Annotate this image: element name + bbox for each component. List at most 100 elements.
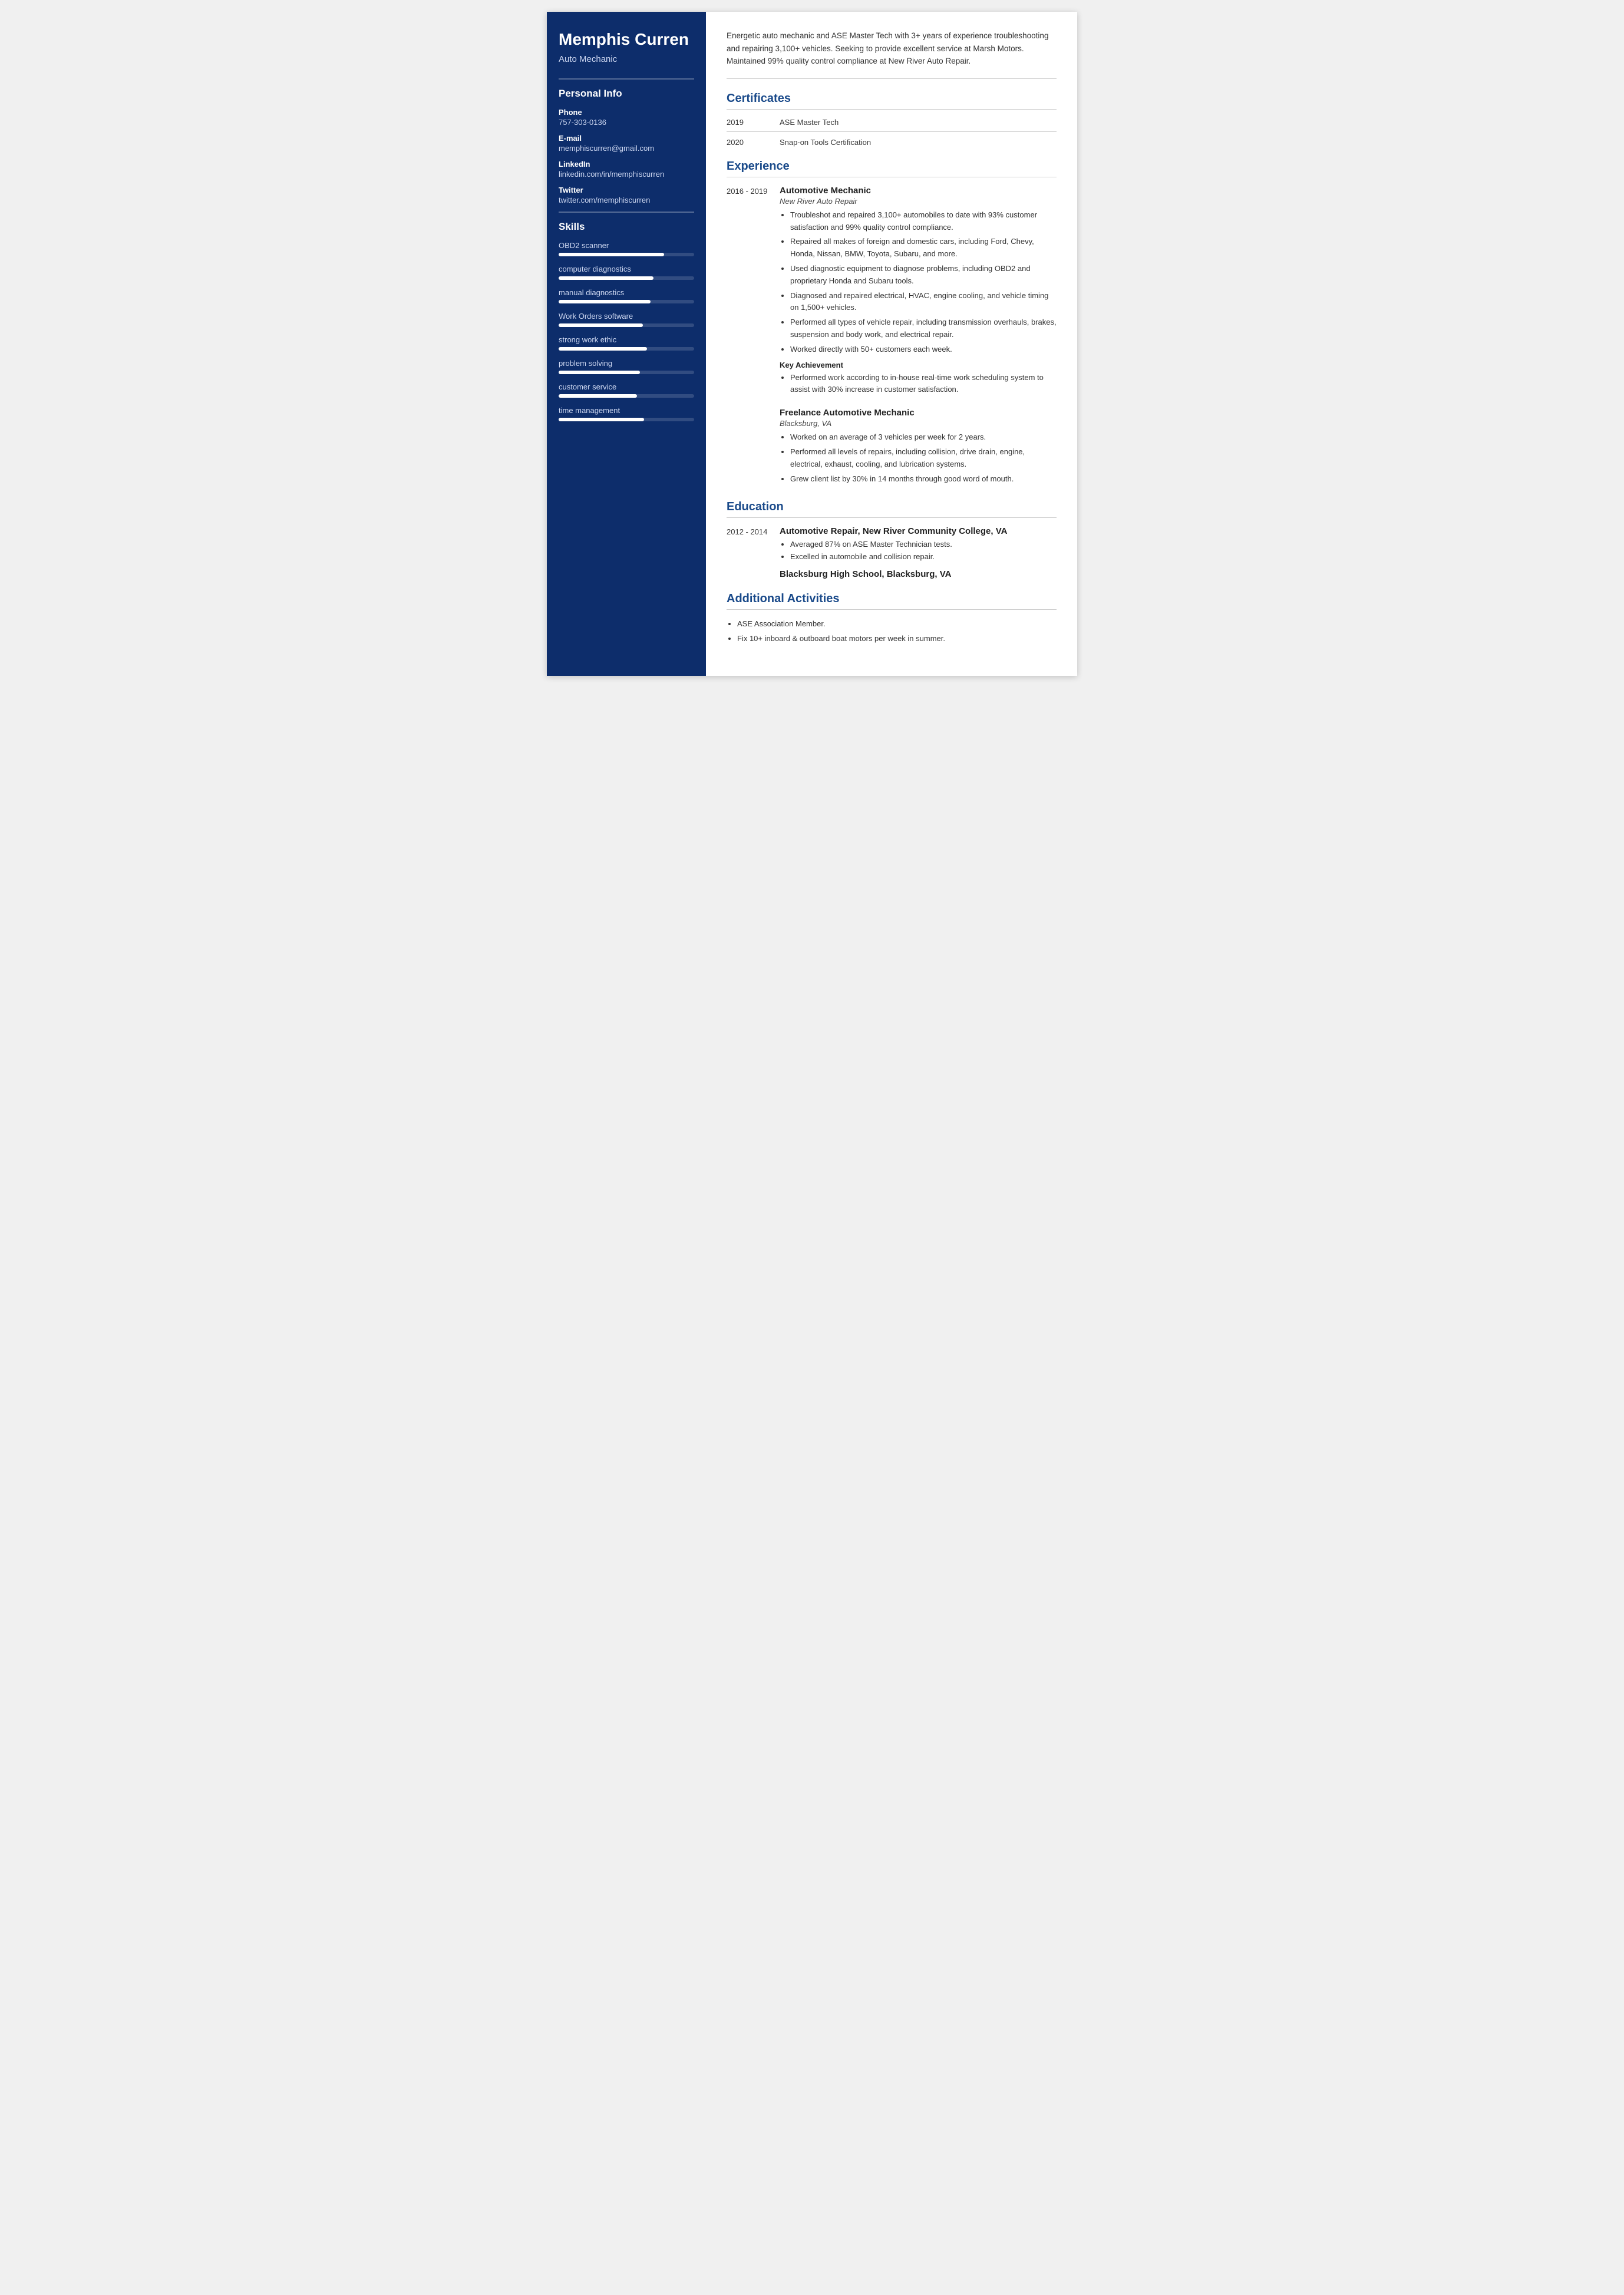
bullet-item: Troubleshot and repaired 3,100+ automobi… bbox=[790, 209, 1057, 234]
skill-item: OBD2 scanner bbox=[559, 241, 694, 256]
skill-bar-fill bbox=[559, 418, 644, 421]
skill-item: problem solving bbox=[559, 359, 694, 374]
skill-bar-background bbox=[559, 276, 694, 280]
email-block: E-mail memphiscurren@gmail.com bbox=[559, 134, 694, 153]
skill-bar-fill bbox=[559, 253, 664, 256]
skill-bar-background bbox=[559, 347, 694, 351]
skill-name: time management bbox=[559, 406, 694, 415]
skill-name: computer diagnostics bbox=[559, 265, 694, 273]
skill-item: customer service bbox=[559, 382, 694, 398]
job-bullets: Troubleshot and repaired 3,100+ automobi… bbox=[780, 209, 1057, 356]
certificates-list: 2019 ASE Master Tech 2020 Snap-on Tools … bbox=[727, 118, 1057, 147]
personal-info-heading: Personal Info bbox=[559, 78, 694, 100]
sidebar: Memphis Curren Auto Mechanic Personal In… bbox=[547, 12, 706, 676]
email-value: memphiscurren@gmail.com bbox=[559, 144, 694, 153]
skill-name: OBD2 scanner bbox=[559, 241, 694, 250]
skill-item: manual diagnostics bbox=[559, 288, 694, 303]
bullet-item: Repaired all makes of foreign and domest… bbox=[790, 236, 1057, 260]
summary-text: Energetic auto mechanic and ASE Master T… bbox=[727, 29, 1057, 79]
linkedin-value: linkedin.com/in/memphiscurren bbox=[559, 170, 694, 179]
skill-bar-background bbox=[559, 418, 694, 421]
education-entry: 2012 - 2014 Automotive Repair, New River… bbox=[727, 526, 1057, 579]
linkedin-block: LinkedIn linkedin.com/in/memphiscurren bbox=[559, 160, 694, 179]
edu-content: Automotive Repair, New River Community C… bbox=[780, 526, 1057, 579]
education-section: Education 2012 - 2014 Automotive Repair,… bbox=[727, 500, 1057, 579]
skill-bar-fill bbox=[559, 323, 643, 327]
phone-value: 757-303-0136 bbox=[559, 118, 694, 127]
skill-item: strong work ethic bbox=[559, 335, 694, 351]
linkedin-label: LinkedIn bbox=[559, 160, 694, 169]
job-content: Automotive Mechanic New River Auto Repai… bbox=[780, 186, 1057, 398]
certificates-section: Certificates 2019 ASE Master Tech 2020 S… bbox=[727, 92, 1057, 147]
edu-bullet: Averaged 87% on ASE Master Technician te… bbox=[790, 539, 1057, 551]
cert-year: 2020 bbox=[727, 138, 768, 147]
certificates-heading: Certificates bbox=[727, 92, 1057, 110]
skill-bar-fill bbox=[559, 347, 647, 351]
bullet-item: Diagnosed and repaired electrical, HVAC,… bbox=[790, 290, 1057, 315]
edu-bullet: Excelled in automobile and collision rep… bbox=[790, 551, 1057, 563]
job-title: Automotive Mechanic bbox=[780, 186, 1057, 196]
achievement-bullet: Performed work according to in-house rea… bbox=[790, 372, 1057, 397]
edu-bullets-list: Averaged 87% on ASE Master Technician te… bbox=[780, 539, 1057, 563]
cert-name: Snap-on Tools Certification bbox=[780, 138, 871, 147]
skill-item: time management bbox=[559, 406, 694, 421]
skill-item: Work Orders software bbox=[559, 312, 694, 327]
job-dates bbox=[727, 408, 768, 487]
twitter-value: twitter.com/memphiscurren bbox=[559, 196, 694, 204]
phone-label: Phone bbox=[559, 108, 694, 117]
job-bullets: Worked on an average of 3 vehicles per w… bbox=[780, 431, 1057, 485]
skill-bar-fill bbox=[559, 276, 653, 280]
skill-name: Work Orders software bbox=[559, 312, 694, 321]
skills-heading: Skills bbox=[559, 212, 694, 233]
skill-bar-fill bbox=[559, 371, 640, 374]
experience-section: Experience 2016 - 2019 Automotive Mechan… bbox=[727, 160, 1057, 488]
skill-name: customer service bbox=[559, 382, 694, 391]
experience-heading: Experience bbox=[727, 160, 1057, 177]
bullet-item: Performed all levels of repairs, includi… bbox=[790, 446, 1057, 471]
skill-bar-fill bbox=[559, 300, 651, 303]
phone-block: Phone 757-303-0136 bbox=[559, 108, 694, 127]
edu-title: Automotive Repair, New River Community C… bbox=[780, 526, 1057, 536]
skill-bar-background bbox=[559, 253, 694, 256]
job-company: Blacksburg, VA bbox=[780, 419, 1057, 428]
job-dates: 2016 - 2019 bbox=[727, 186, 768, 398]
cert-year: 2019 bbox=[727, 118, 768, 127]
skill-item: computer diagnostics bbox=[559, 265, 694, 280]
cert-row: 2020 Snap-on Tools Certification bbox=[727, 138, 1057, 147]
skill-bar-fill bbox=[559, 394, 637, 398]
additional-bullet-item: Fix 10+ inboard & outboard boat motors p… bbox=[737, 633, 1057, 645]
job-entry: 2016 - 2019 Automotive Mechanic New Rive… bbox=[727, 186, 1057, 398]
candidate-title: Auto Mechanic bbox=[559, 54, 694, 64]
skill-bar-background bbox=[559, 394, 694, 398]
key-achievement-label: Key Achievement bbox=[780, 361, 1057, 369]
skills-list: OBD2 scanner computer diagnostics manual… bbox=[559, 241, 694, 421]
additional-section: Additional Activities ASE Association Me… bbox=[727, 592, 1057, 645]
education-heading: Education bbox=[727, 500, 1057, 518]
additional-heading: Additional Activities bbox=[727, 592, 1057, 610]
bullet-item: Grew client list by 30% in 14 months thr… bbox=[790, 473, 1057, 486]
skill-name: problem solving bbox=[559, 359, 694, 368]
edu-dates: 2012 - 2014 bbox=[727, 526, 768, 579]
email-label: E-mail bbox=[559, 134, 694, 143]
additional-bullet-item: ASE Association Member. bbox=[737, 618, 1057, 630]
job-content: Freelance Automotive Mechanic Blacksburg… bbox=[780, 408, 1057, 487]
bullet-item: Performed all types of vehicle repair, i… bbox=[790, 316, 1057, 341]
additional-list: ASE Association Member. Fix 10+ inboard &… bbox=[727, 618, 1057, 645]
bullet-item: Used diagnostic equipment to diagnose pr… bbox=[790, 263, 1057, 288]
edu-extra-title: Blacksburg High School, Blacksburg, VA bbox=[780, 569, 1057, 579]
cert-name: ASE Master Tech bbox=[780, 118, 839, 127]
skill-bar-background bbox=[559, 323, 694, 327]
education-list: 2012 - 2014 Automotive Repair, New River… bbox=[727, 526, 1057, 579]
bullet-item: Worked on an average of 3 vehicles per w… bbox=[790, 431, 1057, 444]
job-entry: Freelance Automotive Mechanic Blacksburg… bbox=[727, 408, 1057, 487]
achievement-bullets-list: Performed work according to in-house rea… bbox=[780, 372, 1057, 397]
skill-bar-background bbox=[559, 371, 694, 374]
skill-name: strong work ethic bbox=[559, 335, 694, 344]
jobs-list: 2016 - 2019 Automotive Mechanic New Rive… bbox=[727, 186, 1057, 488]
twitter-block: Twitter twitter.com/memphiscurren bbox=[559, 186, 694, 204]
candidate-name: Memphis Curren bbox=[559, 29, 694, 49]
skill-bar-background bbox=[559, 300, 694, 303]
twitter-label: Twitter bbox=[559, 186, 694, 194]
main-content: Energetic auto mechanic and ASE Master T… bbox=[706, 12, 1077, 676]
cert-row: 2019 ASE Master Tech bbox=[727, 118, 1057, 127]
